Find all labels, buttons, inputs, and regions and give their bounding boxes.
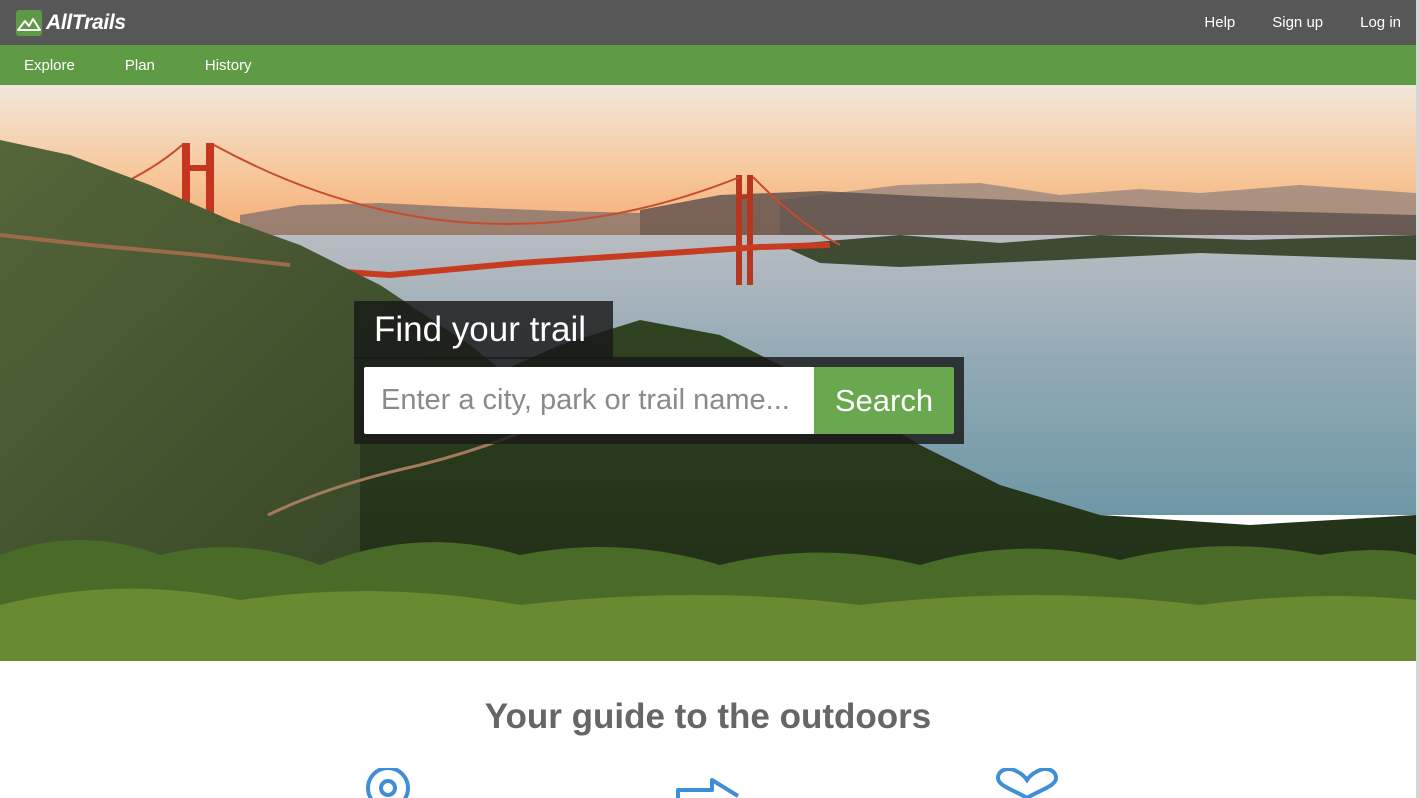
trail-search-input[interactable] — [364, 367, 814, 434]
guide-title: Your guide to the outdoors — [484, 697, 932, 736]
hero-section: Find your trail Search — [0, 85, 1416, 661]
trail-search-form: Search — [354, 357, 964, 444]
help-link[interactable]: Help — [1204, 14, 1235, 31]
account-links: Help Sign up Log in — [1167, 0, 1401, 45]
directions-arrow-icon — [676, 778, 740, 798]
top-header: AllTrails Help Sign up Log in — [0, 0, 1419, 45]
search-button[interactable]: Search — [814, 367, 954, 434]
mountain-logo-icon — [16, 9, 42, 36]
map-pin-icon — [366, 768, 410, 798]
signup-link[interactable]: Sign up — [1272, 14, 1323, 31]
alltrails-logo[interactable]: AllTrails — [16, 9, 126, 36]
nav-explore[interactable]: Explore — [24, 57, 75, 74]
brand-name: AllTrails — [46, 10, 126, 34]
login-link[interactable]: Log in — [1360, 14, 1401, 31]
find-trail-heading: Find your trail — [374, 310, 587, 349]
main-nav: Explore Plan History — [0, 45, 1419, 85]
heart-icon — [995, 768, 1059, 798]
nav-history[interactable]: History — [205, 57, 252, 74]
nav-plan[interactable]: Plan — [125, 57, 155, 74]
find-trail-heading-box: Find your trail — [354, 301, 613, 359]
